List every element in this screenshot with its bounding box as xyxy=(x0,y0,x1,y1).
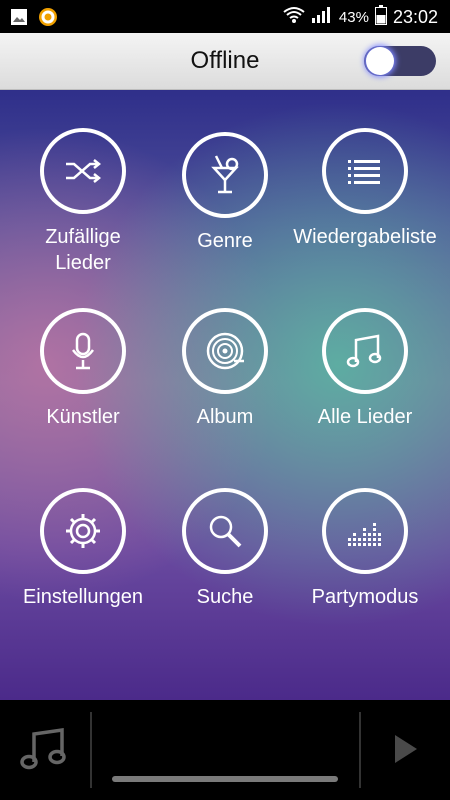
gear-icon xyxy=(40,488,126,574)
menu-item-search[interactable]: Suche xyxy=(150,488,300,610)
menu-item-label: Suche xyxy=(196,586,254,608)
menu-item-label: Künstler xyxy=(46,406,120,428)
toggle-knob[interactable] xyxy=(366,47,394,75)
play-icon[interactable] xyxy=(395,735,417,763)
record-icon xyxy=(182,308,268,394)
signal-icon xyxy=(311,6,333,28)
cocktail-icon xyxy=(182,132,268,218)
menu-item-party-mode[interactable]: Partymodus xyxy=(290,488,440,610)
microphone-icon xyxy=(40,308,126,394)
music-note-icon[interactable] xyxy=(18,724,68,777)
divider xyxy=(359,712,361,788)
offline-toggle[interactable] xyxy=(364,46,436,76)
app-notification-icon xyxy=(38,7,58,32)
status-bar: 43% 23:02 xyxy=(0,0,450,33)
menu-item-all-songs[interactable]: Alle Lieder xyxy=(290,308,440,430)
clock: 23:02 xyxy=(392,6,438,27)
battery-icon xyxy=(374,5,387,29)
menu-item-random-songs[interactable]: Zufällige Lieder xyxy=(8,128,158,276)
menu-item-settings[interactable]: Einstellungen xyxy=(8,488,158,610)
menu-item-label: Einstellungen xyxy=(22,586,144,608)
menu-item-label: Partymodus xyxy=(311,586,419,608)
menu-item-label: Genre xyxy=(197,230,253,252)
status-right: 43% 23:02 xyxy=(283,5,438,29)
menu-item-artists[interactable]: Künstler xyxy=(8,308,158,430)
playlist-icon xyxy=(322,128,408,214)
menu-item-label: Wiedergabeliste xyxy=(293,226,437,248)
menu-item-label: Album xyxy=(196,406,254,428)
menu-item-album[interactable]: Album xyxy=(150,308,300,430)
status-left xyxy=(10,7,58,32)
menu-item-label: Zufällige Lieder xyxy=(45,226,121,274)
equalizer-icon xyxy=(322,488,408,574)
battery-percent: 43% xyxy=(338,8,369,26)
menu-item-genre[interactable]: Genre xyxy=(150,132,300,254)
menu-grid: Zufällige Lieder Genre Wiedergabeliste K… xyxy=(0,90,450,700)
menu-item-playlist[interactable]: Wiedergabeliste xyxy=(290,128,440,250)
menu-item-label: Alle Lieder xyxy=(317,406,413,428)
divider xyxy=(90,712,92,788)
player-bar xyxy=(0,700,450,800)
magnifier-icon xyxy=(182,488,268,574)
progress-bar[interactable] xyxy=(112,776,338,782)
shuffle-icon xyxy=(40,128,126,214)
music-note-icon xyxy=(322,308,408,394)
gallery-notification-icon xyxy=(10,8,28,31)
wifi-icon xyxy=(283,6,305,28)
